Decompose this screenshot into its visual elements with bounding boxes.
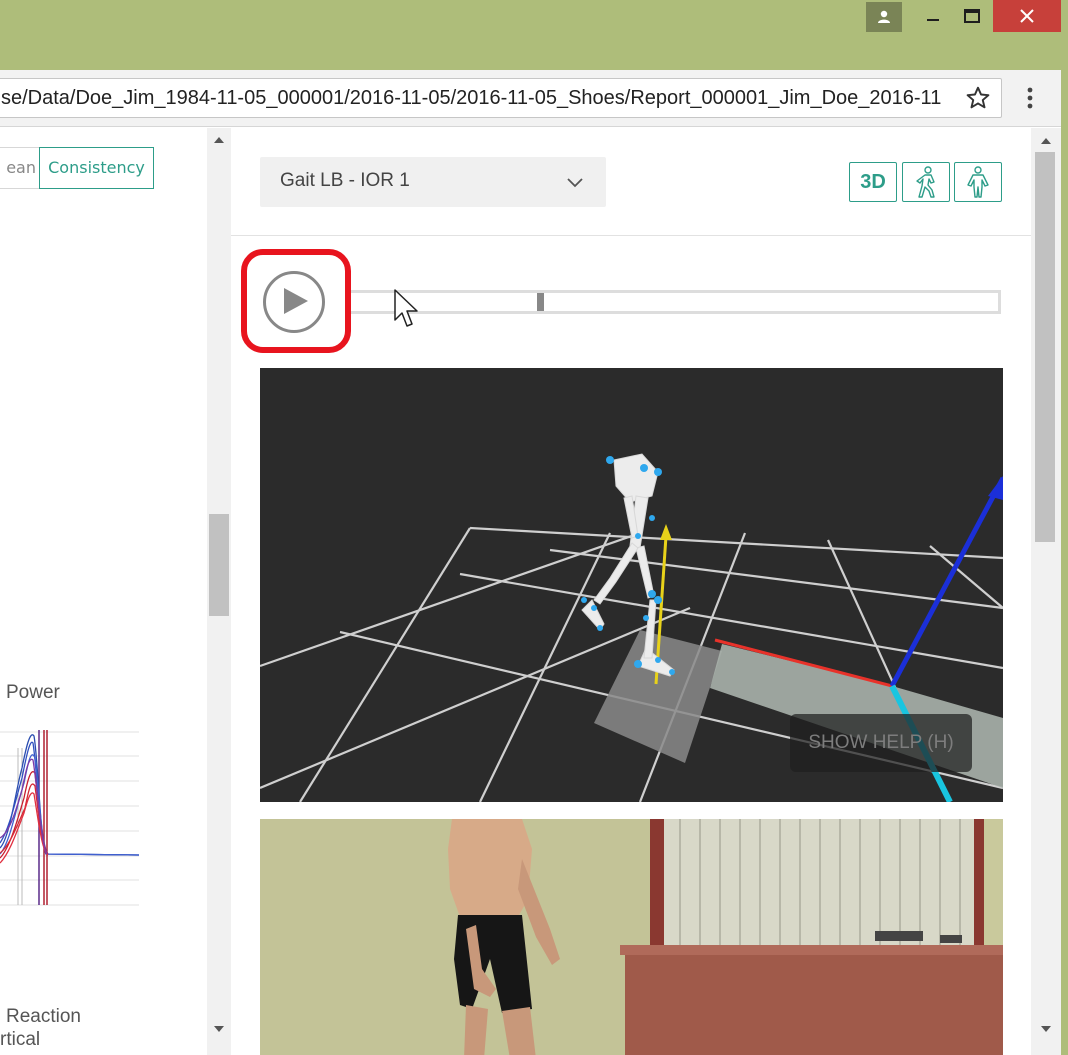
marker <box>648 590 656 598</box>
view-walking-button[interactable] <box>902 162 950 202</box>
window-titlebar <box>0 0 1068 70</box>
series-line <box>0 741 140 856</box>
trial-select-value: Gait LB - IOR 1 <box>280 170 410 191</box>
play-highlight <box>241 249 351 353</box>
marker <box>597 625 603 631</box>
browser-window: se/Data/Doe_Jim_1984-11-05_000001/2016-1… <box>0 70 1061 1055</box>
scroll-up-arrow-icon[interactable] <box>1037 132 1055 150</box>
minimize-icon <box>927 19 939 21</box>
standing-person-icon <box>967 166 989 198</box>
desk <box>625 949 1003 1055</box>
viewer-header: Gait LB - IOR 1 3D <box>231 128 1031 236</box>
marker <box>634 660 642 668</box>
more-menu-icon[interactable] <box>1020 86 1040 112</box>
viewer-panel: Gait LB - IOR 1 3D SHOW HELP (H) <box>231 128 1031 1055</box>
view-3d-button[interactable]: 3D <box>849 162 897 202</box>
window-frame <box>974 819 984 954</box>
timeline-slider[interactable] <box>351 290 1001 314</box>
mouse-cursor-icon <box>394 289 418 327</box>
marker <box>591 605 597 611</box>
left-scrollbar-thumb[interactable] <box>209 514 229 616</box>
marker <box>581 597 587 603</box>
play-button[interactable] <box>263 271 325 333</box>
person-leg <box>464 1005 488 1055</box>
marker <box>606 456 614 464</box>
3d-viewer[interactable]: SHOW HELP (H) <box>260 368 1003 802</box>
right-scrollbar[interactable] <box>1031 128 1061 1055</box>
profile-button[interactable] <box>866 2 902 32</box>
view-standing-button[interactable] <box>954 162 1002 202</box>
tab-mean[interactable]: ean <box>0 147 40 189</box>
address-bar[interactable]: se/Data/Doe_Jim_1984-11-05_000001/2016-1… <box>0 78 1002 118</box>
person-torso <box>448 819 532 917</box>
bookmark-star-icon[interactable] <box>965 85 991 111</box>
video-scene <box>260 819 1003 1055</box>
skeleton-pelvis <box>613 453 659 503</box>
marker <box>635 533 641 539</box>
desk-top <box>620 945 1003 955</box>
trial-select[interactable]: Gait LB - IOR 1 <box>260 157 606 207</box>
right-scrollbar-thumb[interactable] <box>1035 152 1055 542</box>
page-viewport: ean Consistency Power Reaction rtical Ga… <box>0 128 1061 1055</box>
maximize-icon <box>964 9 980 23</box>
close-button[interactable] <box>993 0 1061 32</box>
walking-person-icon <box>916 166 935 198</box>
door-frame <box>650 819 664 954</box>
y-axis-arrowhead <box>988 476 1003 500</box>
floor-grid-line <box>479 532 611 802</box>
scroll-up-arrow-icon[interactable] <box>207 130 231 148</box>
user-icon <box>878 10 890 23</box>
maximize-button[interactable] <box>952 0 992 32</box>
marker <box>640 464 648 472</box>
chevron-down-icon <box>567 178 583 188</box>
charts-panel: ean Consistency Power Reaction rtical <box>0 128 231 1055</box>
video-player[interactable] <box>260 819 1003 1055</box>
marker <box>655 657 661 663</box>
power-chart <box>0 730 140 906</box>
marker <box>654 596 662 604</box>
show-help-button[interactable]: SHOW HELP (H) <box>790 714 972 772</box>
y-axis <box>889 476 1003 688</box>
power-chart-title: Power <box>6 682 60 703</box>
url-text[interactable]: se/Data/Doe_Jim_1984-11-05_000001/2016-1… <box>1 87 957 110</box>
scroll-down-arrow-icon[interactable] <box>1037 1020 1055 1038</box>
router <box>875 931 923 941</box>
timeline-handle[interactable] <box>537 293 544 311</box>
close-icon <box>1020 9 1034 23</box>
play-icon <box>284 288 308 314</box>
marker <box>649 515 655 521</box>
tab-consistency[interactable]: Consistency <box>39 147 154 189</box>
marker <box>654 468 662 476</box>
floor-grid-line <box>299 527 471 802</box>
router <box>940 935 962 943</box>
reaction-chart-subtitle: rtical <box>0 1029 41 1050</box>
minimize-button[interactable] <box>914 0 952 32</box>
force-vector-arrowhead <box>660 524 672 540</box>
left-scrollbar[interactable] <box>207 128 231 1055</box>
marker <box>643 615 649 621</box>
scroll-down-arrow-icon[interactable] <box>207 1020 231 1038</box>
browser-toolbar: se/Data/Doe_Jim_1984-11-05_000001/2016-1… <box>0 70 1061 127</box>
reaction-chart-title: Reaction <box>6 1006 81 1027</box>
marker <box>669 669 675 675</box>
